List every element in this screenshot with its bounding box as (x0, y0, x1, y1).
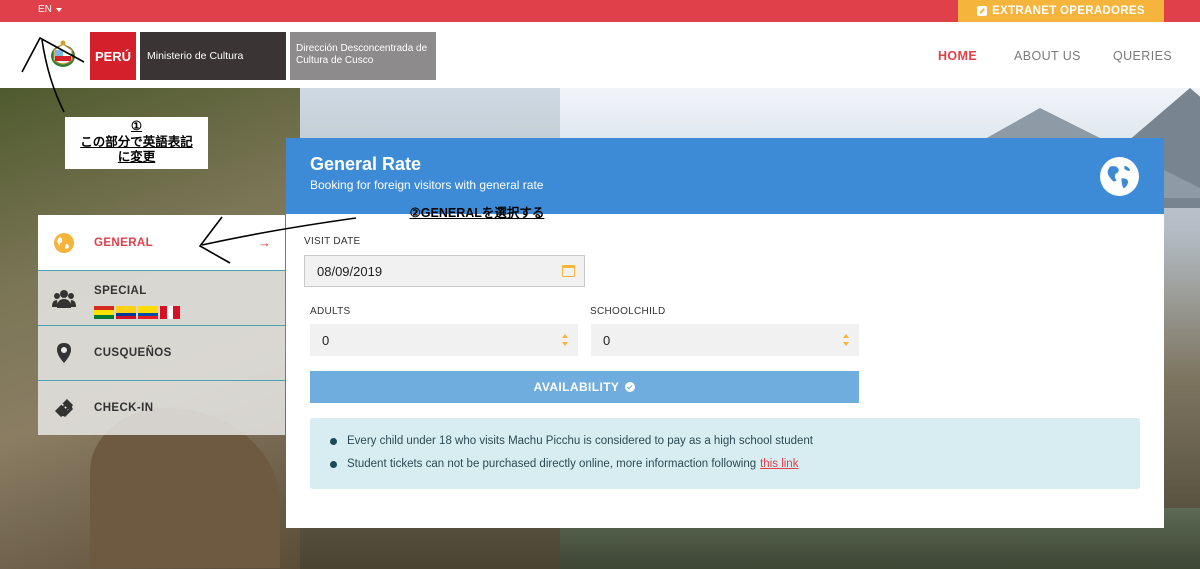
ecuador-flag-icon (138, 306, 158, 319)
sort-arrows-icon (843, 334, 849, 346)
availability-button[interactable]: AVAILABILITY (310, 371, 859, 403)
globe-icon (1100, 157, 1139, 196)
nav-queries[interactable]: QUERIES (1113, 49, 1172, 63)
menu-general[interactable]: GENERAL → (38, 215, 285, 270)
extranet-button[interactable]: EXTRANET OPERADORES (958, 0, 1164, 22)
external-link-icon (977, 6, 988, 16)
card-subtitle: Booking for foreign visitors with genera… (310, 178, 544, 192)
annotation-step1: ① この部分で英語表記 に変更 (65, 117, 208, 169)
map-pin-icon (57, 343, 71, 363)
language-label: EN (38, 4, 52, 15)
menu-cusquenos[interactable]: CUSQUEÑOS (38, 325, 285, 380)
peru-logo[interactable]: PERÚ (90, 32, 136, 80)
info-link[interactable]: this link (760, 458, 798, 470)
ticket-icon (55, 399, 73, 417)
peru-flag-icon (160, 306, 181, 319)
caret-down-icon (55, 7, 62, 12)
nav-home[interactable]: HOME (938, 49, 977, 63)
adults-label: ADULTS (310, 306, 351, 317)
bolivia-flag-icon (94, 306, 114, 319)
booking-card: General Rate Booking for foreign visitor… (286, 138, 1164, 528)
availability-label: AVAILABILITY (533, 380, 620, 394)
calendar-icon[interactable] (562, 265, 575, 277)
group-icon (52, 290, 76, 308)
schoolchild-value: 0 (603, 332, 611, 348)
annotation-step1-text: ① この部分で英語表記 に変更 (80, 119, 193, 164)
menu-special[interactable]: SPECIAL (38, 270, 285, 325)
card-title: General Rate (310, 154, 422, 174)
adults-value: 0 (322, 332, 330, 348)
info-item: Student tickets can not be purchased dir… (330, 453, 1140, 476)
site-header: PERÚ Ministerio de Cultura Dirección Des… (0, 22, 1200, 88)
language-selector[interactable]: EN (38, 4, 62, 15)
direction-logo[interactable]: Dirección Desconcentrada de Cultura de C… (290, 32, 436, 80)
check-circle-icon (625, 382, 636, 392)
schoolchild-label: SCHOOLCHILD (590, 306, 666, 317)
colombia-flag-icon (116, 306, 136, 319)
coat-of-arms-icon[interactable] (46, 38, 80, 72)
menu-special-label: SPECIAL (94, 285, 147, 297)
ministry-logo[interactable]: Ministerio de Cultura (140, 32, 286, 80)
menu-check-in[interactable]: CHECK-IN (38, 380, 285, 435)
info-box: Every child under 18 who visits Machu Pi… (310, 418, 1140, 489)
visit-date-input[interactable]: 08/09/2019 (304, 255, 585, 287)
arrow-right-icon: → (258, 235, 271, 250)
annotation-step2: ②GENERALを選択する (409, 206, 545, 220)
info-text-1: Every child under 18 who visits Machu Pi… (347, 435, 814, 447)
schoolchild-select[interactable]: 0 (591, 324, 859, 356)
country-flags (94, 306, 181, 319)
info-item: Every child under 18 who visits Machu Pi… (330, 430, 1140, 453)
visit-date-label: VISIT DATE (304, 236, 361, 247)
globe-icon (54, 232, 74, 253)
top-bar: EN EXTRANET OPERADORES (0, 0, 1200, 22)
visit-date-value: 08/09/2019 (317, 263, 383, 279)
sort-arrows-icon (562, 334, 568, 346)
menu-cusquenos-label: CUSQUEÑOS (94, 347, 172, 359)
nav-about-us[interactable]: ABOUT US (1014, 49, 1081, 63)
extranet-label: EXTRANET OPERADORES (992, 5, 1145, 17)
card-header: General Rate Booking for foreign visitor… (286, 138, 1164, 214)
menu-general-label: GENERAL (94, 236, 154, 249)
adults-select[interactable]: 0 (310, 324, 578, 356)
menu-check-in-label: CHECK-IN (94, 402, 154, 414)
info-text-2: Student tickets can not be purchased dir… (347, 458, 757, 470)
